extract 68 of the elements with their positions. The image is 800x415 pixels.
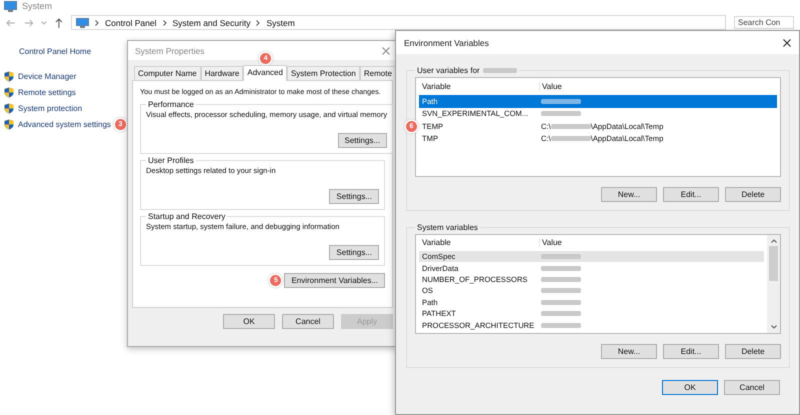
column-header[interactable]: Variable — [419, 238, 539, 248]
dropdown-icon[interactable] — [41, 20, 48, 24]
dialog-button[interactable]: Delete — [725, 344, 781, 359]
chevron-icon — [94, 20, 99, 26]
dialog-button[interactable]: Delete — [725, 187, 781, 202]
shield-icon — [4, 118, 14, 130]
shield-icon — [4, 70, 14, 82]
scrollbar[interactable] — [767, 235, 780, 333]
tab[interactable]: System Protection — [286, 66, 360, 80]
tab[interactable]: Hardware — [200, 66, 244, 80]
back-icon[interactable] — [6, 18, 16, 26]
computer-icon — [4, 0, 17, 12]
redacted-text — [541, 111, 581, 116]
sidebar-link[interactable]: System protection — [18, 104, 82, 112]
redacted-text — [541, 300, 581, 305]
column-header[interactable]: Value — [539, 82, 777, 91]
dialog-button[interactable]: Edit... — [663, 344, 719, 359]
group-title: User Profiles — [147, 156, 195, 165]
computer-icon — [76, 18, 89, 28]
dialog-button[interactable]: New... — [601, 344, 657, 359]
settings-button[interactable]: Settings... — [329, 189, 379, 204]
dialog-button[interactable]: Edit... — [663, 187, 719, 202]
shield-icon — [4, 86, 14, 98]
scroll-down-icon[interactable] — [770, 325, 776, 329]
dialog-button[interactable]: OK — [223, 314, 275, 329]
group-title: System variables — [417, 223, 478, 232]
column-header[interactable]: Value — [539, 238, 764, 248]
redacted-text — [541, 311, 581, 316]
column-header[interactable]: Variable — [419, 82, 539, 91]
chevron-icon — [256, 20, 260, 26]
search-field[interactable]: Search Con — [734, 16, 794, 29]
redacted-text — [541, 98, 581, 104]
tab[interactable]: Computer Name — [134, 66, 201, 80]
dialog-title: System Properties — [135, 46, 204, 56]
forward-icon[interactable] — [24, 18, 34, 26]
tab[interactable]: Remote — [360, 66, 396, 80]
dialog-button[interactable]: Cancel — [282, 314, 334, 329]
tab[interactable]: Advanced — [243, 65, 287, 81]
settings-button[interactable]: Settings... — [338, 133, 388, 148]
scroll-up-icon[interactable] — [770, 239, 776, 243]
redacted-text — [550, 124, 591, 129]
dialog-button[interactable]: New... — [601, 187, 657, 202]
address-bar[interactable]: Control Panel System and Security System — [70, 15, 726, 30]
sidebar-link[interactable]: Remote settings — [18, 88, 76, 96]
window-title: System — [22, 1, 52, 11]
settings-button[interactable]: Settings... — [329, 245, 379, 260]
dialog-title: Environment Variables — [404, 38, 489, 48]
redacted-text — [541, 266, 581, 271]
redacted-text — [550, 136, 591, 142]
close-icon[interactable] — [783, 38, 791, 46]
redacted-text — [541, 322, 581, 328]
dialog-button[interactable]: Cancel — [724, 380, 780, 395]
up-icon[interactable] — [55, 18, 63, 28]
group-title: Startup and Recovery — [147, 212, 226, 221]
breadcrumb-item[interactable]: Control Panel — [104, 18, 156, 28]
redacted-text — [541, 254, 581, 260]
breadcrumb-item[interactable]: System — [266, 18, 295, 28]
sidebar-link[interactable]: Device Manager — [18, 72, 76, 80]
chevron-icon — [162, 20, 166, 26]
breadcrumb-item[interactable]: System and Security — [172, 18, 250, 28]
redacted-text — [541, 277, 581, 282]
redacted-text — [541, 288, 581, 294]
environment-variables-button[interactable]: Environment Variables... — [284, 273, 385, 288]
group-title: Performance — [147, 100, 195, 109]
shield-icon — [4, 102, 14, 114]
sidebar-link[interactable]: Advanced system settings — [18, 120, 111, 128]
group-title: User variables for — [417, 66, 480, 75]
dialog-button[interactable]: OK — [662, 380, 718, 395]
